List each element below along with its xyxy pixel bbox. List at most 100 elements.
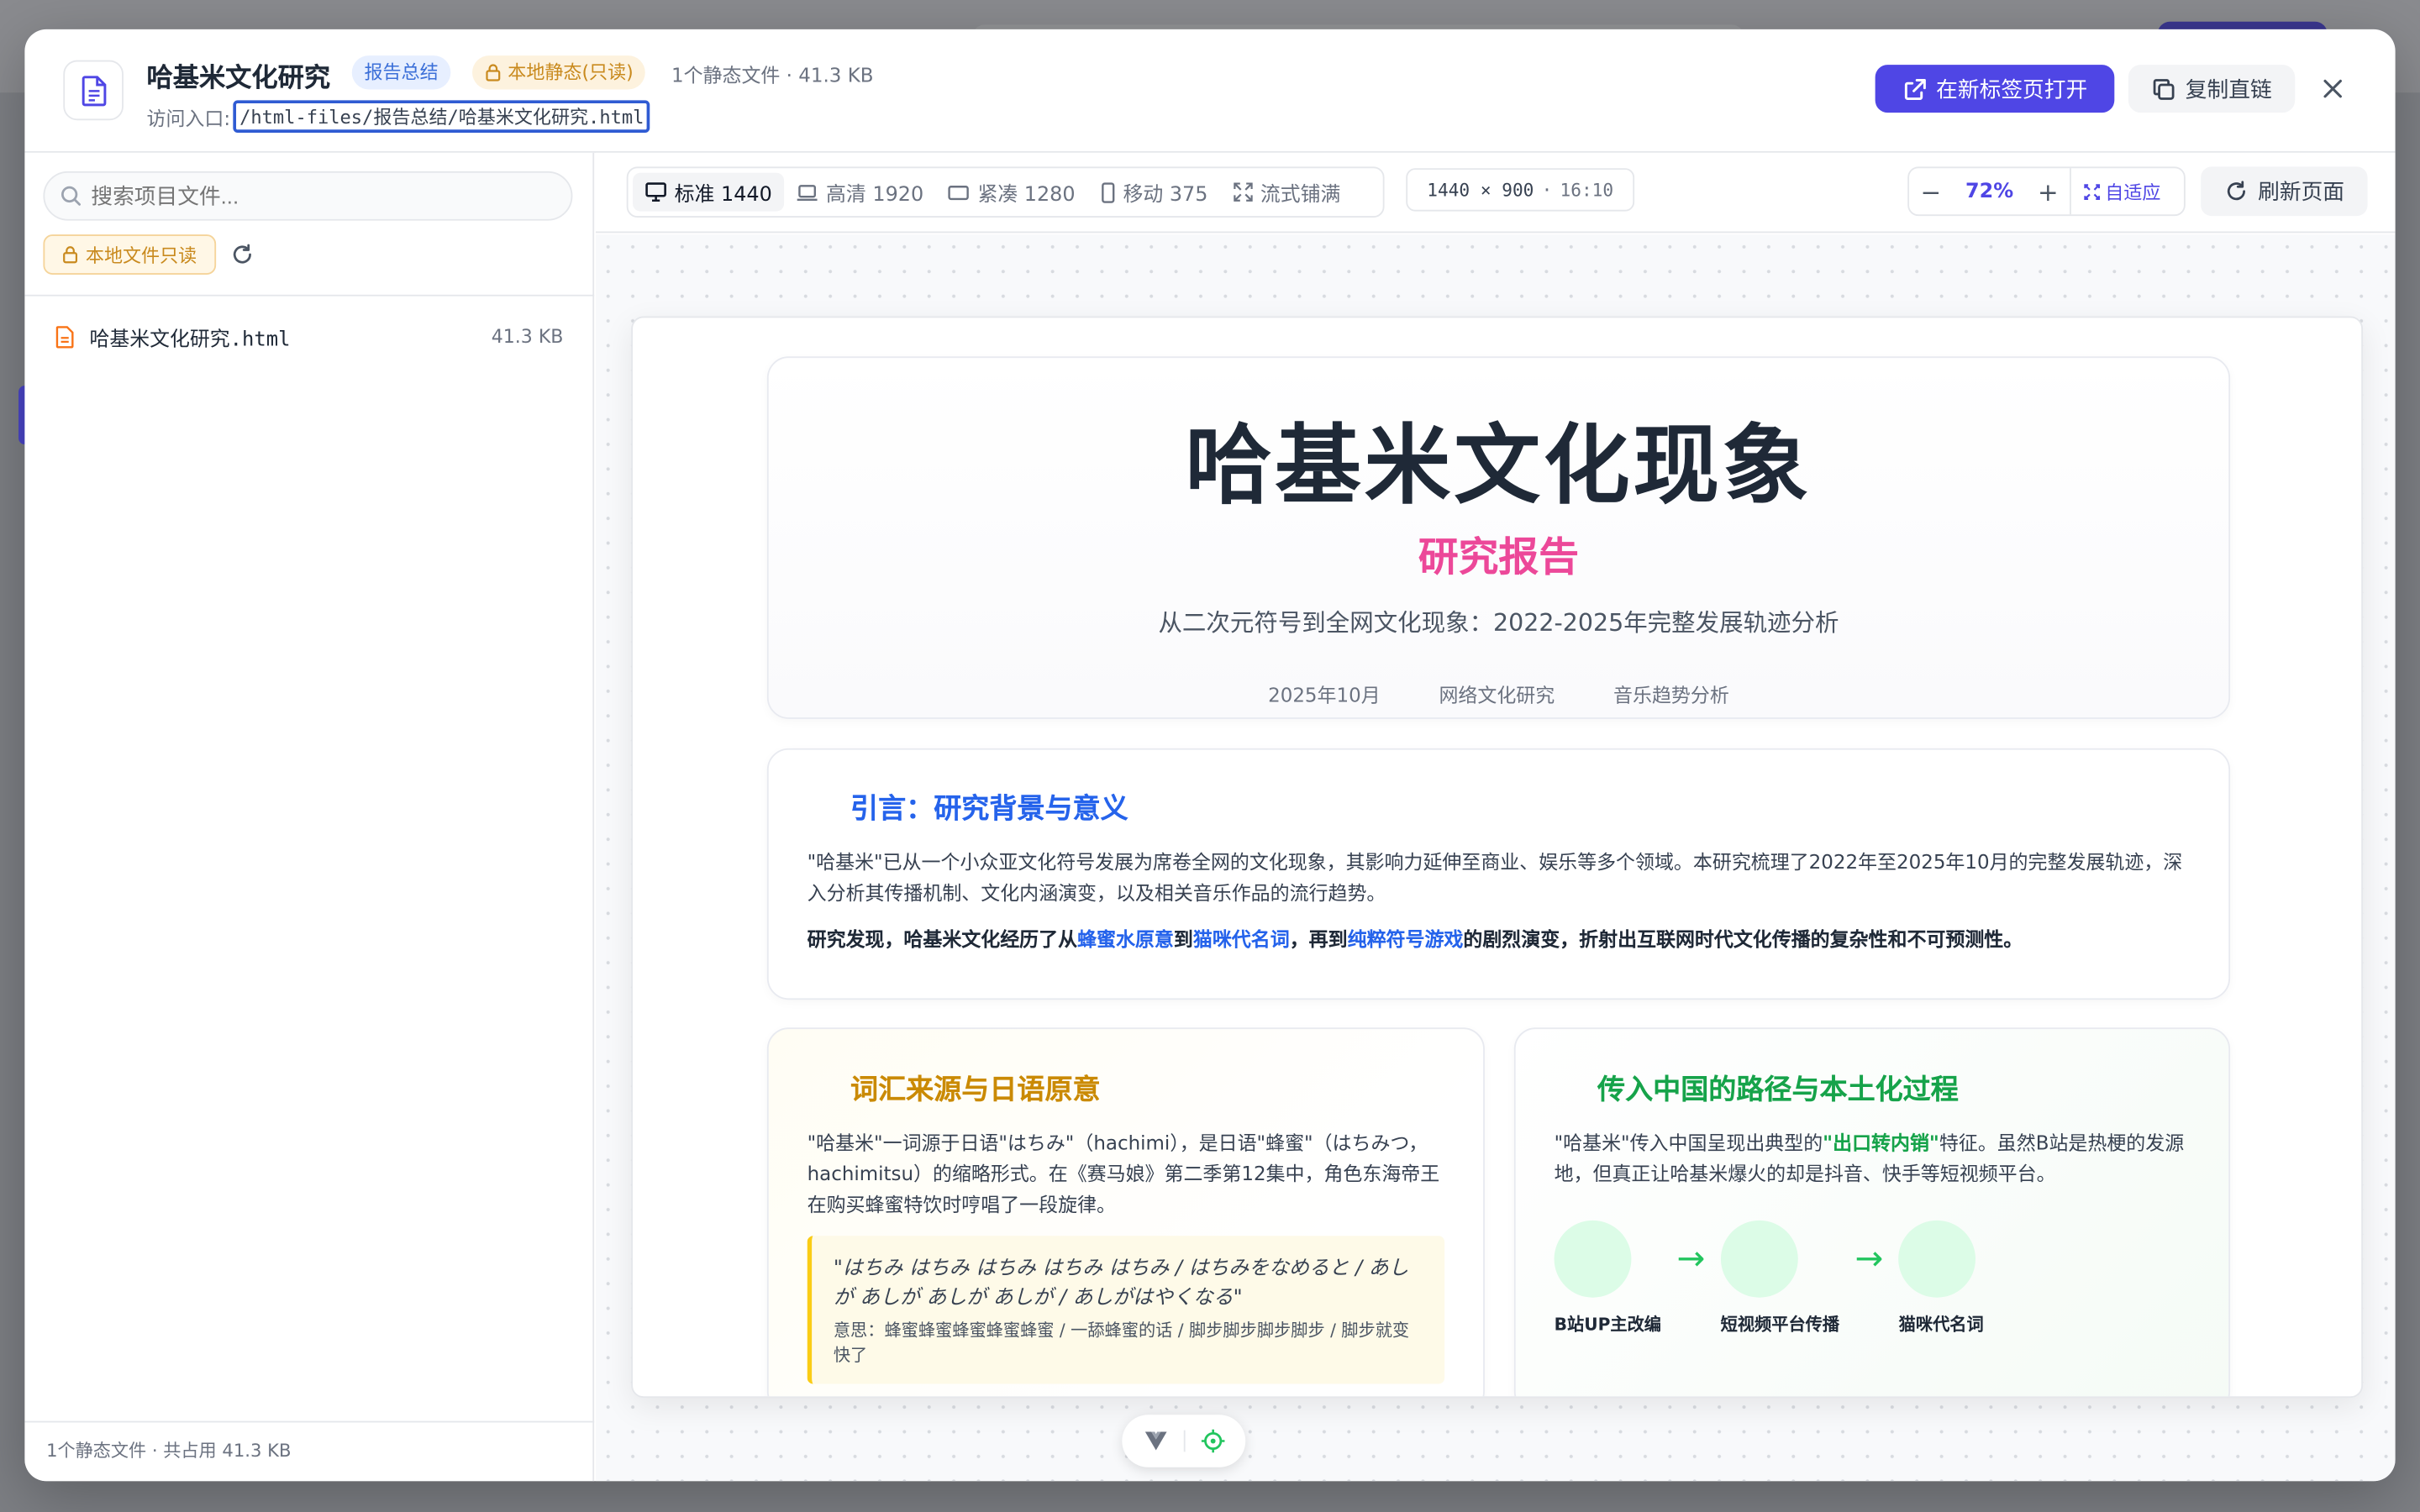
flow-step: B站UP主改编 bbox=[1554, 1220, 1662, 1336]
monitor-icon bbox=[645, 182, 666, 202]
modal-title: 哈基米文化研究 bbox=[146, 63, 331, 95]
lock-icon bbox=[486, 64, 501, 81]
zoom-out-button[interactable]: − bbox=[1909, 176, 1952, 206]
readonly-pill-label: 本地文件只读 bbox=[85, 244, 197, 266]
intro-card: 引言：研究背景与意义 "哈基米"已从一个小众亚文化符号发展为席卷全网的文化现象，… bbox=[766, 748, 2231, 1000]
expand-icon bbox=[1233, 182, 1252, 202]
flow-step-circle bbox=[1898, 1220, 1976, 1298]
refresh-page-button[interactable]: 刷新页面 bbox=[2201, 166, 2368, 217]
flow-step-label: B站UP主改编 bbox=[1554, 1314, 1662, 1335]
device-compact-1280[interactable]: 紧凑 1280 bbox=[936, 173, 1087, 212]
hero-subtitle: 研究报告 bbox=[1418, 535, 1579, 582]
zoom-fit-label: 自适应 bbox=[2105, 181, 2161, 203]
preview-frame[interactable]: 哈基米文化现象 研究报告 从二次元符号到全网文化现象：2022-2025年完整发… bbox=[631, 316, 2364, 1399]
file-name: 哈基米文化研究.html bbox=[89, 328, 291, 351]
readonly-pill: 本地文件只读 bbox=[43, 234, 217, 275]
category-badge: 报告总结 bbox=[351, 55, 451, 90]
search-box[interactable] bbox=[43, 171, 573, 221]
device-label: 紧凑 1280 bbox=[977, 183, 1076, 207]
path-heading: 传入中国的路径与本土化过程 bbox=[1597, 1074, 1959, 1106]
phone-icon bbox=[1101, 181, 1114, 202]
lock-icon bbox=[64, 246, 78, 264]
sidebar-divider bbox=[24, 294, 595, 297]
close-icon[interactable] bbox=[2313, 70, 2350, 107]
laptop-icon bbox=[797, 184, 818, 201]
device-label: 标准 1440 bbox=[674, 183, 772, 207]
preview-canvas: 哈基米文化现象 研究报告 从二次元符号到全网文化现象：2022-2025年完整发… bbox=[595, 234, 2396, 1482]
finding-highlight: 蜂蜜水原意 bbox=[1077, 927, 1174, 951]
readonly-badge-label: 本地静态(只读) bbox=[508, 61, 634, 84]
flow-step: 猫咪代名词 bbox=[1898, 1220, 1984, 1336]
flow-step-circle bbox=[1554, 1220, 1632, 1298]
device-switcher: 标准 1440 高清 1920 紧凑 1280 移动 375 流式铺满 bbox=[626, 166, 1385, 218]
search-icon bbox=[61, 186, 81, 206]
file-sidebar: 本地文件只读 哈基米文化研究.html 41.3 KB 1个静态文件 · 共占用… bbox=[24, 152, 595, 1482]
refresh-icon[interactable] bbox=[230, 242, 255, 266]
finding-text: ，再到 bbox=[1289, 927, 1348, 951]
flow-step: 短视频平台传播 bbox=[1720, 1220, 1840, 1336]
spread-flow: B站UP主改编 → 短视频平台传播 → 猫咪代名词 bbox=[1554, 1220, 2191, 1336]
hero-meta-date: 2025年10月 bbox=[1268, 683, 1381, 707]
device-label: 流式铺满 bbox=[1260, 183, 1341, 207]
entry-label: 访问入口: bbox=[146, 106, 231, 130]
flow-step-circle bbox=[1720, 1220, 1798, 1298]
search-input[interactable] bbox=[91, 183, 539, 208]
html-file-icon bbox=[55, 325, 74, 348]
zoom-value: 72% bbox=[1965, 179, 2014, 203]
hero-card: 哈基米文化现象 研究报告 从二次元符号到全网文化现象：2022-2025年完整发… bbox=[766, 356, 2231, 719]
flow-step-label: 短视频平台传播 bbox=[1720, 1314, 1840, 1335]
entry-row: 访问入口: /html-files/报告总结/哈基米文化研究.html bbox=[146, 100, 650, 133]
lyric-text: "はちみ はちみ はちみ はちみ はちみ / はちみをなめると / あしが あし… bbox=[833, 1257, 1409, 1310]
origin-card: 词汇来源与日语原意 "哈基米"一词源于日语"はちみ"（hachimi），是日语"… bbox=[766, 1027, 1485, 1397]
dimension-value: 1440 × 900 bbox=[1427, 179, 1534, 201]
hero-meta-field: 音乐趋势分析 bbox=[1613, 683, 1729, 707]
arrow-right-icon: → bbox=[1676, 1240, 1706, 1279]
target-icon[interactable] bbox=[1200, 1429, 1224, 1453]
refresh-page-label: 刷新页面 bbox=[2258, 180, 2344, 206]
origin-heading: 词汇来源与日语原意 bbox=[850, 1074, 1101, 1106]
entry-path-link[interactable]: /html-files/报告总结/哈基米文化研究.html bbox=[233, 100, 650, 133]
open-new-tab-button[interactable]: 在新标签页打开 bbox=[1875, 65, 2115, 113]
vue-logo-icon[interactable] bbox=[1143, 1431, 1167, 1452]
finding-highlight: 猫咪代名词 bbox=[1192, 927, 1290, 951]
ratio-separator: · bbox=[1541, 179, 1553, 201]
readonly-badge: 本地静态(只读) bbox=[472, 55, 646, 90]
document-icon bbox=[63, 60, 124, 121]
tablet-landscape-icon bbox=[949, 185, 970, 200]
origin-body: "哈基米"一词源于日语"はちみ"（hachimi），是日语"蜂蜜"（はちみつ，h… bbox=[807, 1131, 1440, 1216]
aspect-ratio: 16:10 bbox=[1560, 179, 1614, 201]
file-preview-modal: 哈基米文化研究 报告总结 本地静态(只读) 1个静态文件 · 41.3 KB 访… bbox=[24, 29, 2396, 1482]
open-new-tab-label: 在新标签页打开 bbox=[1936, 77, 2088, 103]
file-meta: 1个静态文件 · 41.3 KB bbox=[671, 63, 874, 87]
device-label: 高清 1920 bbox=[826, 183, 924, 207]
path-highlight: "出口转内销" bbox=[1823, 1131, 1939, 1154]
copy-link-button[interactable]: 复制直链 bbox=[2128, 65, 2296, 113]
finding-text: 的剧烈演变，折射出互联网时代文化传播的复杂性和不可预测性。 bbox=[1463, 927, 2023, 951]
refresh-icon bbox=[2227, 181, 2245, 201]
hero-title: 哈基米文化现象 bbox=[1185, 416, 1812, 517]
floating-dock bbox=[1122, 1415, 1246, 1467]
lyric-quote: "はちみ はちみ はちみ はちみ はちみ / はちみをなめると / あしが あし… bbox=[807, 1236, 1445, 1384]
viewport-dimension: 1440 × 900 · 16:10 bbox=[1406, 168, 1635, 212]
device-mobile-375[interactable]: 移动 375 bbox=[1087, 173, 1220, 212]
dock-separator bbox=[1182, 1430, 1185, 1452]
file-list-item[interactable]: 哈基米文化研究.html 41.3 KB bbox=[43, 313, 576, 360]
flow-step-label: 猫咪代名词 bbox=[1898, 1314, 1984, 1335]
zoom-fit-button[interactable]: 自适应 bbox=[2070, 168, 2173, 215]
finding-highlight: 纯粹符号游戏 bbox=[1347, 927, 1464, 951]
external-link-icon bbox=[1903, 78, 1925, 100]
device-fluid[interactable]: 流式铺满 bbox=[1220, 173, 1353, 212]
device-hd-1920[interactable]: 高清 1920 bbox=[784, 173, 935, 212]
device-standard-1440[interactable]: 标准 1440 bbox=[633, 172, 785, 212]
hero-meta: 2025年10月 网络文化研究 音乐趋势分析 bbox=[769, 679, 2229, 708]
zoom-in-button[interactable]: + bbox=[2027, 176, 2070, 206]
intro-finding: 研究发现，哈基米文化经历了从蜂蜜水原意到猫咪代名词，再到纯粹符号游戏的剧烈演变，… bbox=[808, 924, 2189, 955]
device-label: 移动 375 bbox=[1123, 183, 1208, 207]
path-card: 传入中国的路径与本土化过程 "哈基米"传入中国呈现出典型的"出口转内销"特征。虽… bbox=[1513, 1027, 2231, 1397]
arrow-right-icon: → bbox=[1854, 1240, 1884, 1279]
copy-icon bbox=[2153, 78, 2175, 100]
zoom-control: − 72% + 自适应 bbox=[1907, 166, 2186, 217]
path-body: "哈基米"传入中国呈现出典型的"出口转内销"特征。虽然B站是热梗的发源地，但真正… bbox=[1555, 1128, 2191, 1189]
preview-toolbar: 标准 1440 高清 1920 紧凑 1280 移动 375 流式铺满 1440… bbox=[595, 152, 2396, 234]
lyric-meaning: 意思：蜂蜜蜂蜜蜂蜜蜂蜜蜂蜜 / 一舔蜂蜜的话 / 脚步脚步脚步脚步 / 脚步就变… bbox=[833, 1320, 1410, 1366]
